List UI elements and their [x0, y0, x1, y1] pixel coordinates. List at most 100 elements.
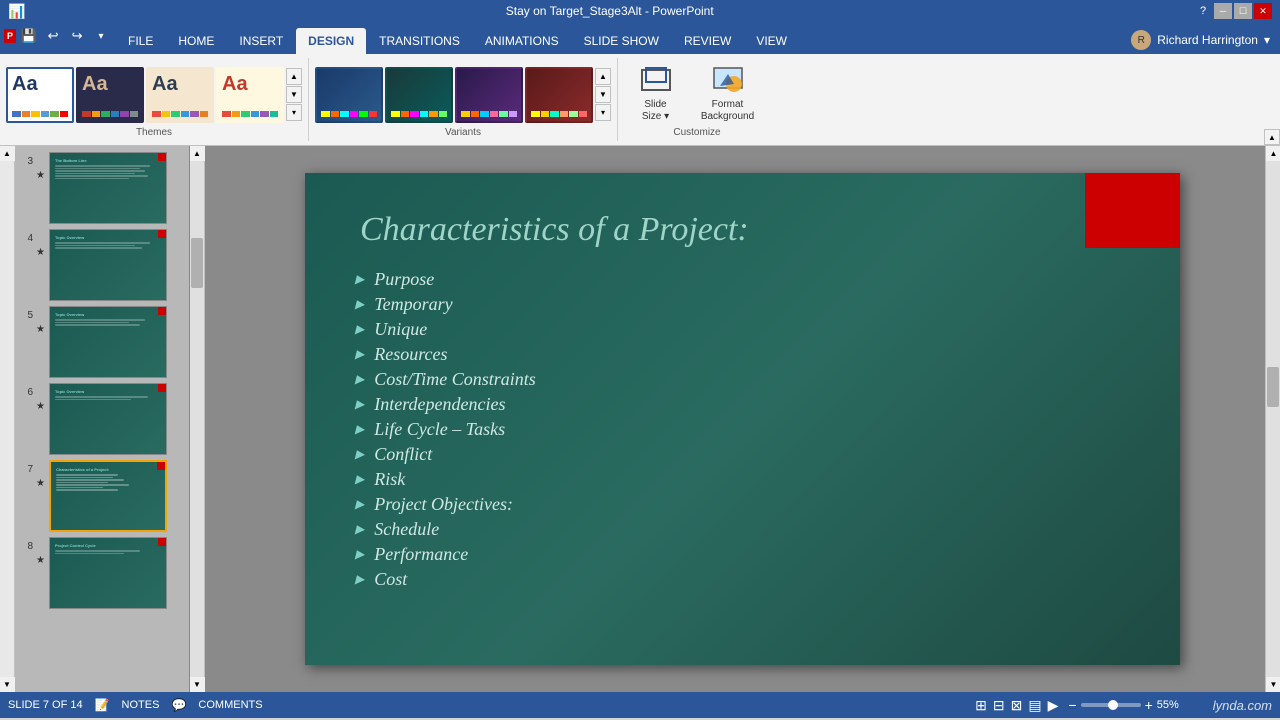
slide-item-8[interactable]: 8 ★ Project Control Cycle — [19, 537, 185, 609]
slide-item-7[interactable]: 7 ★ Characteristics of a Project: — [19, 460, 185, 532]
theme-scroll-down[interactable]: ▼ — [286, 86, 302, 103]
theme-3[interactable]: Aa — [146, 67, 214, 123]
bullet-interdependencies: ▶ Interdependencies — [355, 394, 1125, 415]
theme-4[interactable]: Aa — [216, 67, 284, 123]
slide-thumb-4[interactable]: Topic Overview — [49, 229, 167, 301]
slide-item-6[interactable]: 6 ★ Topic Overview — [19, 383, 185, 455]
bullet-arrow-4: ▶ — [355, 347, 364, 362]
close-btn[interactable]: ✕ — [1254, 3, 1272, 19]
main-slide[interactable]: Characteristics of a Project: ▶ Purpose … — [305, 173, 1180, 665]
bullet-arrow-11: ▶ — [355, 522, 364, 537]
zoom-in-button[interactable]: + — [1145, 697, 1153, 713]
ppt-logo: P — [4, 29, 16, 43]
view-presenter-btn[interactable]: ▶ — [1048, 697, 1059, 714]
tab-design[interactable]: DESIGN — [296, 28, 366, 54]
theme-2[interactable]: Aa — [76, 67, 144, 123]
slide-num-7: 7 — [19, 464, 33, 475]
comments-button[interactable]: COMMENTS — [198, 699, 262, 711]
bullet-resources: ▶ Resources — [355, 344, 1125, 365]
ribbon-content: Aa Aa — [0, 54, 1280, 146]
save-button[interactable]: 💾 — [18, 25, 40, 47]
slide-title: Characteristics of a Project: — [305, 173, 1180, 264]
view-outline-btn[interactable]: ⊟ — [993, 697, 1005, 714]
bullet-temporary: ▶ Temporary — [355, 294, 1125, 315]
view-sorter-btn[interactable]: ⊠ — [1011, 697, 1023, 714]
variant-1[interactable] — [315, 67, 383, 123]
bullet-arrow-7: ▶ — [355, 422, 364, 437]
slide-num-5: 5 — [19, 310, 33, 321]
slide-corner-decoration — [1085, 173, 1180, 248]
slide-panel: 3 ★ The Bottom Line 4 — [15, 146, 190, 692]
bullet-arrow-9: ▶ — [355, 472, 364, 487]
variant-2[interactable] — [385, 67, 453, 123]
zoom-slider[interactable] — [1081, 703, 1141, 707]
bullet-arrow-10: ▶ — [355, 497, 364, 512]
theme-1[interactable]: Aa — [6, 67, 74, 123]
user-name: Richard Harrington — [1157, 33, 1258, 47]
main-layout: ▲ ▼ 3 ★ The Bottom Line — [0, 146, 1280, 692]
quick-access-toolbar: P 💾 ↩ ↪ ▾ — [0, 22, 116, 50]
slide-thumb-8[interactable]: Project Control Cycle — [49, 537, 167, 609]
tab-file[interactable]: FILE — [116, 28, 165, 54]
theme-more[interactable]: ▾ — [286, 104, 302, 121]
right-scroll-down[interactable]: ▼ — [1266, 677, 1280, 692]
slide-item-5[interactable]: 5 ★ Topic Overview — [19, 306, 185, 378]
slide-item-3[interactable]: 3 ★ The Bottom Line — [19, 152, 185, 224]
center-scrollbar: ▲ ▼ — [190, 146, 205, 692]
theme-scroll-up[interactable]: ▲ — [286, 68, 302, 85]
tab-slideshow[interactable]: SLIDE SHOW — [572, 28, 671, 54]
bullet-arrow-6: ▶ — [355, 397, 364, 412]
center-scroll-up[interactable]: ▲ — [190, 146, 205, 161]
title-bar-left: 📊 — [8, 3, 25, 20]
customize-qa-button[interactable]: ▾ — [90, 25, 112, 47]
minimize-btn[interactable]: ─ — [1214, 3, 1232, 19]
tab-home[interactable]: HOME — [166, 28, 226, 54]
help-btn[interactable]: ? — [1194, 3, 1212, 19]
branding-text: lynda.com — [1213, 698, 1272, 713]
view-normal-btn[interactable]: ⊞ — [975, 697, 987, 714]
user-account[interactable]: R Richard Harrington ▾ — [1121, 26, 1280, 54]
undo-button[interactable]: ↩ — [42, 25, 64, 47]
slide-num-8: 8 — [19, 541, 33, 552]
tab-view[interactable]: VIEW — [744, 28, 799, 54]
slide-thumb-6[interactable]: Topic Overview — [49, 383, 167, 455]
variant-4[interactable] — [525, 67, 593, 123]
slide-thumb-7[interactable]: Characteristics of a Project: — [49, 460, 167, 532]
slide-item-4[interactable]: 4 ★ Topic Overview — [19, 229, 185, 301]
variants-content: ▲ ▼ ▾ — [315, 62, 611, 127]
panel-scroll-down[interactable]: ▼ — [0, 677, 15, 692]
slide-thumb-3[interactable]: The Bottom Line — [49, 152, 167, 224]
customize-label: Customize — [628, 127, 766, 141]
right-scroll-up[interactable]: ▲ — [1266, 146, 1280, 161]
app-icon: 📊 — [8, 3, 25, 20]
format-background-button[interactable]: Format Background — [689, 62, 766, 127]
bullet-lifecycle: ▶ Life Cycle – Tasks — [355, 419, 1125, 440]
bullet-arrow-12: ▶ — [355, 547, 364, 562]
format-background-icon — [712, 66, 744, 99]
bullet-arrow-1: ▶ — [355, 272, 364, 287]
bullet-arrow-2: ▶ — [355, 297, 364, 312]
status-bar: SLIDE 7 OF 14 📝 NOTES 💬 COMMENTS ⊞ ⊟ ⊠ ▤… — [0, 692, 1280, 718]
tab-transitions[interactable]: TRANSITIONS — [367, 28, 472, 54]
bullet-objectives: ▶ Project Objectives: — [355, 494, 1125, 515]
variant-3[interactable] — [455, 67, 523, 123]
view-reading-btn[interactable]: ▤ — [1028, 697, 1041, 714]
restore-btn[interactable]: ☐ — [1234, 3, 1252, 19]
slide-num-3: 3 — [19, 156, 33, 167]
tab-animations[interactable]: ANIMATIONS — [473, 28, 571, 54]
slide-size-button[interactable]: SlideSize ▾ — [628, 62, 683, 127]
center-scroll-down[interactable]: ▼ — [190, 677, 205, 692]
notes-button[interactable]: NOTES — [122, 699, 160, 711]
bullet-costtime: ▶ Cost/Time Constraints — [355, 369, 1125, 390]
collapse-ribbon-button[interactable]: ▲ — [1264, 129, 1280, 145]
tab-insert[interactable]: INSERT — [227, 28, 295, 54]
variant-more[interactable]: ▾ — [595, 104, 611, 121]
panel-scroll-up[interactable]: ▲ — [0, 146, 15, 161]
tab-review[interactable]: REVIEW — [672, 28, 743, 54]
variant-scroll-up[interactable]: ▲ — [595, 68, 611, 85]
variant-scroll-arrows: ▲ ▼ ▾ — [595, 68, 611, 121]
slide-thumb-5[interactable]: Topic Overview — [49, 306, 167, 378]
redo-button[interactable]: ↪ — [66, 25, 88, 47]
zoom-out-button[interactable]: − — [1068, 697, 1076, 713]
variant-scroll-down[interactable]: ▼ — [595, 86, 611, 103]
